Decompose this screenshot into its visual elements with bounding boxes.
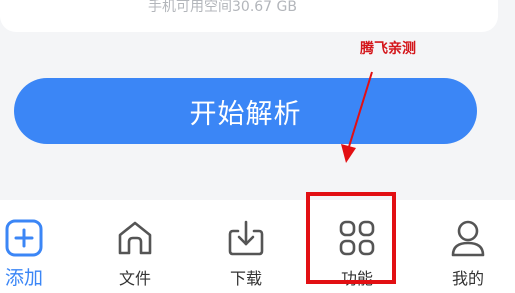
nav-item-download[interactable]: 下载 [196, 200, 296, 293]
nav-label-profile: 我的 [451, 269, 484, 288]
storage-card: 手机可用空间30.67 GB [0, 0, 498, 32]
watermark-text: 腾飞亲测 [360, 41, 416, 57]
nav-label-files: 文件 [118, 269, 151, 288]
nav-item-features[interactable]: 功能 [307, 200, 407, 293]
nav-label-add: 添加 [4, 267, 43, 289]
home-file-icon [118, 221, 152, 255]
bottom-navigation: 添加 文件 下载 功能 我的 [0, 200, 515, 293]
profile-icon [451, 220, 485, 257]
add-square-icon [5, 219, 43, 257]
download-icon [228, 220, 264, 256]
nav-label-download: 下载 [229, 269, 262, 288]
start-parse-button[interactable]: 开始解析 [14, 78, 477, 144]
features-grid-icon [339, 220, 375, 256]
storage-available-text: 手机可用空间30.67 GB [148, 0, 297, 15]
nav-label-features: 功能 [340, 269, 373, 288]
nav-item-files[interactable]: 文件 [85, 200, 185, 293]
nav-item-profile[interactable]: 我的 [418, 200, 515, 293]
nav-item-add[interactable]: 添加 [0, 200, 74, 293]
